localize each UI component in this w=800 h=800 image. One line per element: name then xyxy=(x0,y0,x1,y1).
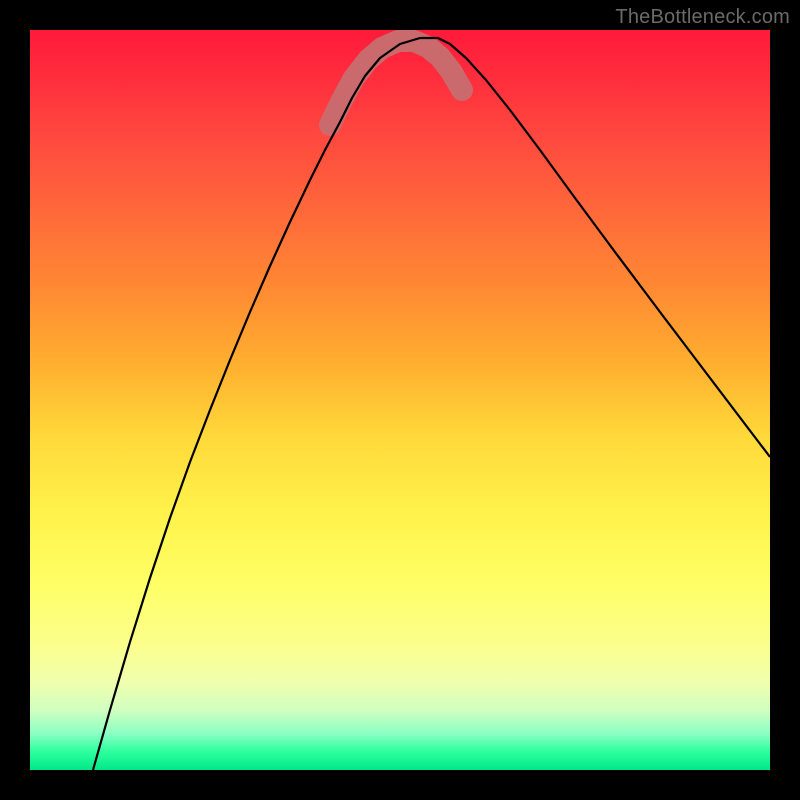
plot-area xyxy=(30,30,770,770)
series-highlight-band xyxy=(330,41,462,125)
chart-stage: TheBottleneck.com xyxy=(0,0,800,800)
chart-svg xyxy=(30,30,770,770)
series-curve xyxy=(93,38,770,770)
watermark-text: TheBottleneck.com xyxy=(615,6,790,29)
